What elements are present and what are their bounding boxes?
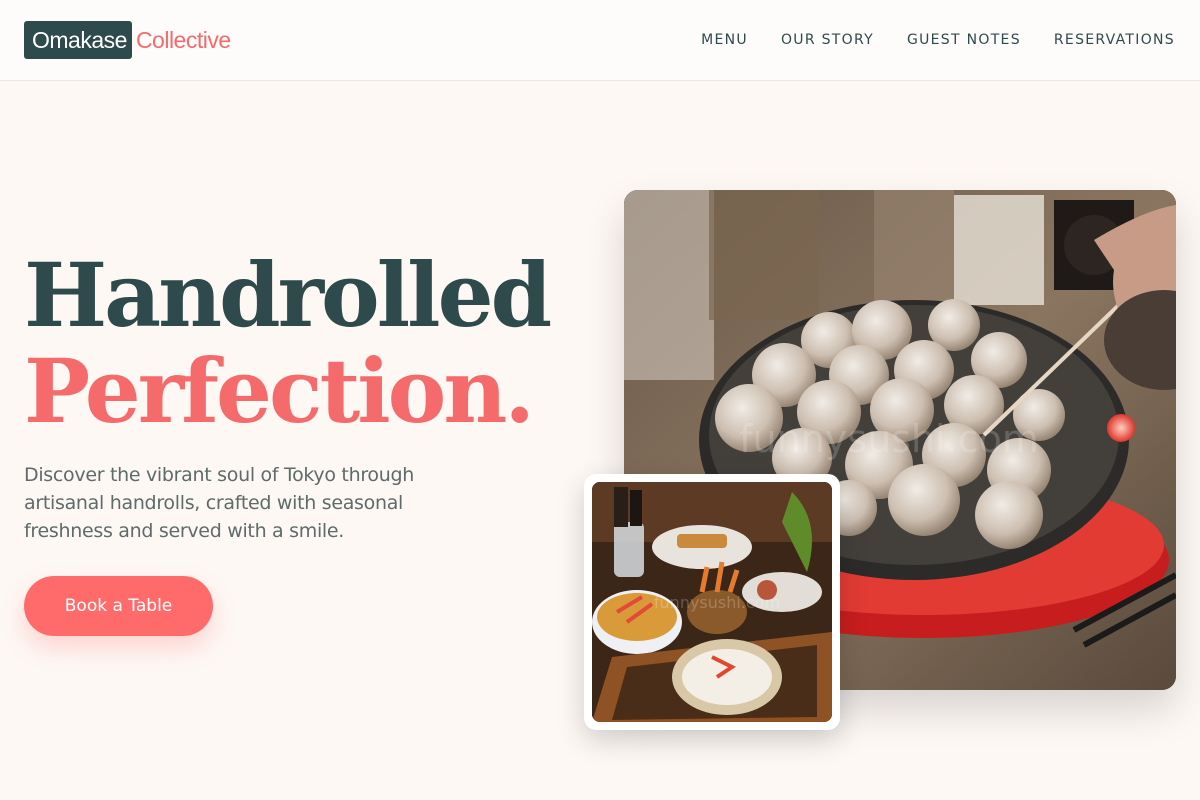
main-photo-watermark: funnysushi.com	[739, 417, 1039, 461]
brand-logo[interactable]: Omakase Collective	[24, 21, 231, 59]
logo-primary-text: Omakase	[24, 21, 132, 59]
hero-title-line2: Perfection.	[24, 339, 535, 443]
nav-item-reservations[interactable]: RESERVATIONS	[1054, 31, 1175, 49]
book-table-button[interactable]: Book a Table	[24, 576, 213, 636]
hero-inset-photo-frame: funnysushi.com	[584, 474, 840, 730]
hero-title: Handrolled Perfection.	[24, 243, 552, 443]
hero-inset-photo: funnysushi.com	[592, 482, 832, 722]
logo-accent-text: Collective	[135, 26, 231, 53]
nav-item-guest-notes[interactable]: GUEST NOTES	[907, 31, 1021, 49]
hero-description: Discover the vibrant soul of Tokyo throu…	[24, 464, 414, 542]
nav-item-menu[interactable]: MENU	[701, 31, 748, 49]
hero-title-line1: Handrolled	[24, 243, 552, 347]
site-header: Omakase Collective MENU OUR STORY GUEST …	[0, 0, 1200, 81]
inset-photo-watermark: funnysushi.com	[654, 593, 780, 612]
main-nav: MENU OUR STORY GUEST NOTES RESERVATIONS	[701, 31, 1175, 49]
nav-item-our-story[interactable]: OUR STORY	[781, 31, 874, 49]
